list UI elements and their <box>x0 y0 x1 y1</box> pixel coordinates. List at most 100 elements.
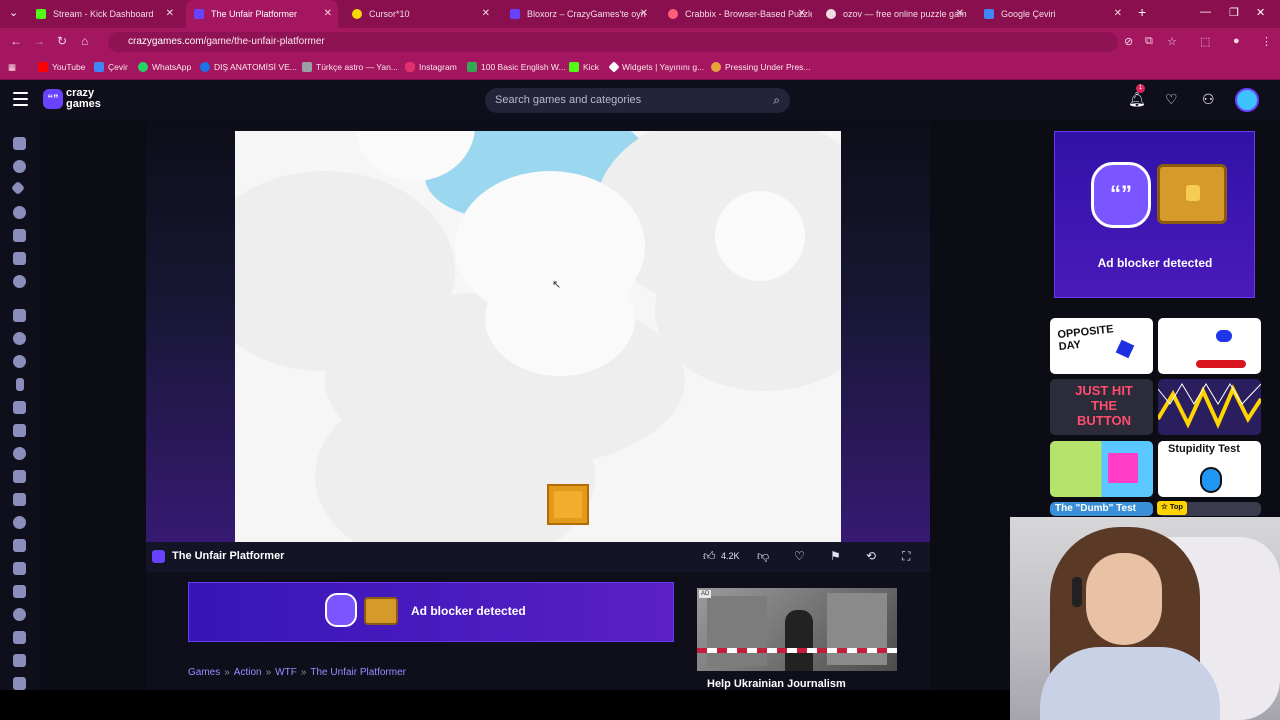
io-icon[interactable] <box>13 631 26 644</box>
bookmark-turkce-astro[interactable]: Türkçe astro — Yan... <box>302 62 398 72</box>
updated-icon[interactable] <box>13 229 26 242</box>
bookmark-youtube[interactable]: YouTube <box>38 62 85 72</box>
bookmark-widgets[interactable]: Widgets | Yayınını g... <box>608 61 704 73</box>
tab-ozov[interactable]: ozov — free online puzzle gam ✕ <box>818 0 970 28</box>
game-thumbnail-elephant[interactable] <box>1158 318 1261 374</box>
close-tab-icon[interactable]: ✕ <box>482 8 490 19</box>
beauty-icon[interactable] <box>16 378 24 391</box>
search-placeholder: Search games and categories <box>495 94 642 106</box>
ad-image[interactable] <box>697 588 897 671</box>
close-tab-icon[interactable]: ✕ <box>324 8 332 19</box>
tab-cursor[interactable]: Cursor*10 ✕ <box>344 0 496 28</box>
favorite-heart-icon[interactable]: ♡ <box>794 549 805 563</box>
bookmarks-bar: ▦ YouTube Çevir WhatsApp DIŞ ANATOMİSİ V… <box>0 56 1280 80</box>
tab-bloxorz[interactable]: Bloxorz – CrazyGames'te oyn ✕ <box>502 0 654 28</box>
bookmark-whatsapp[interactable]: WhatsApp <box>138 62 191 72</box>
controller-icon[interactable] <box>13 493 26 506</box>
tab-search-icon[interactable]: ⌄ <box>9 6 18 19</box>
driving-icon[interactable] <box>13 516 26 529</box>
close-tab-icon[interactable]: ✕ <box>640 8 648 19</box>
escape-icon[interactable] <box>13 539 26 552</box>
basketball-icon[interactable] <box>13 355 26 368</box>
install-app-icon[interactable]: ⧉ <box>1145 35 1153 48</box>
bookmark-instagram[interactable]: Instagram <box>405 62 457 72</box>
bookmark-cevir[interactable]: Çevir <box>94 62 128 72</box>
reload-icon[interactable]: ↻ <box>57 34 67 48</box>
hamburger-menu-icon[interactable] <box>13 92 28 107</box>
close-tab-icon[interactable]: ✕ <box>1114 8 1122 19</box>
game-thumbnail-spikes[interactable] <box>1158 379 1261 435</box>
eye-off-icon[interactable]: ⊘ <box>1124 35 1133 48</box>
new-icon[interactable] <box>10 180 26 196</box>
game-thumbnail-stupidity-test[interactable]: Stupidity Test <box>1158 441 1261 497</box>
breadcrumb-separator: » <box>300 667 307 678</box>
new-tab-button[interactable]: + <box>1138 4 1146 20</box>
thumbs-up-icon[interactable]: 👍︎ <box>703 549 716 564</box>
horror-icon[interactable] <box>13 608 26 621</box>
profile-icon[interactable]: ● <box>1233 35 1240 47</box>
action-icon[interactable] <box>13 309 26 322</box>
close-tab-icon[interactable]: ✕ <box>798 8 806 19</box>
tab-title: The Unfair Platformer <box>211 9 298 19</box>
heart-icon[interactable]: ♡ <box>1165 91 1178 108</box>
friends-icon[interactable]: ⚇ <box>1202 91 1215 108</box>
breadcrumb-action[interactable]: Action <box>234 667 262 678</box>
tab-title: Cursor*10 <box>369 9 410 19</box>
apps-grid-icon[interactable]: ▦ <box>8 62 16 73</box>
game-thumbnail-opposite-day[interactable]: OPPOSITE DAY <box>1050 318 1153 374</box>
minimize-icon[interactable]: — <box>1200 6 1211 18</box>
breadcrumb-current-game[interactable]: The Unfair Platformer <box>310 667 406 678</box>
multiplayer-icon[interactable] <box>13 275 26 288</box>
breadcrumb-games[interactable]: Games <box>188 667 220 678</box>
home-icon[interactable]: ⌂ <box>81 34 88 48</box>
search-input[interactable]: Search games and categories ⌕ <box>485 88 790 113</box>
tab-crabbix[interactable]: Crabbix - Browser-Based Puzzle ✕ <box>660 0 812 28</box>
flash-icon[interactable] <box>13 562 26 575</box>
trending-icon[interactable] <box>13 206 26 219</box>
casual-icon[interactable] <box>13 447 26 460</box>
breadcrumb-wtf[interactable]: WTF <box>275 667 297 678</box>
share-icon[interactable]: ⟲ <box>866 549 876 563</box>
game-canvas[interactable]: ↖ <box>235 131 841 542</box>
home-icon[interactable] <box>13 137 26 150</box>
crazygames-logo-icon[interactable]: “” <box>43 89 63 109</box>
thumbnail-title: OPPOSITE DAY <box>1056 323 1115 354</box>
thumbs-down-icon[interactable]: 👎︎ <box>757 549 769 564</box>
tab-unfair-platformer[interactable]: The Unfair Platformer ✕ <box>186 0 338 28</box>
originals-icon[interactable] <box>13 252 26 265</box>
ad-caption[interactable]: Help Ukrainian Journalism <box>707 678 846 690</box>
search-icon[interactable]: ⌕ <box>773 93 780 108</box>
address-bar[interactable]: crazygames.com/game/the-unfair-platforme… <box>108 32 1118 52</box>
game-thumbnail-dumb-test[interactable]: The "Dumb" Test <box>1050 502 1153 516</box>
bookmark-dis-anatomisi[interactable]: DIŞ ANATOMİSİ VE... <box>200 62 297 72</box>
forward-arrow-icon[interactable]: → <box>33 34 45 48</box>
restore-icon[interactable]: ❐ <box>1229 6 1239 19</box>
bookmark-pressing-under-pressure[interactable]: Pressing Under Pres... <box>711 62 811 72</box>
bookmark-basic-english[interactable]: 100 Basic English W... <box>467 62 566 72</box>
bookmark-kick[interactable]: Kick <box>569 62 599 72</box>
close-window-icon[interactable]: ✕ <box>1256 6 1265 19</box>
mahjong-icon[interactable] <box>13 654 26 667</box>
bell-icon[interactable]: 🔔︎ <box>1128 91 1146 108</box>
avatar[interactable] <box>1235 88 1259 112</box>
car-icon[interactable] <box>13 401 26 414</box>
fps-icon[interactable] <box>13 585 26 598</box>
extensions-icon[interactable]: ⬚ <box>1200 35 1210 48</box>
report-flag-icon[interactable]: ⚑ <box>830 549 841 563</box>
fullscreen-icon[interactable]: ⛶ <box>902 549 910 564</box>
close-tab-icon[interactable]: ✕ <box>956 8 964 19</box>
crazygames-logo[interactable]: crazy games <box>66 88 101 110</box>
game-thumbnail-just-hit-the-button[interactable]: JUST HIT THE BUTTON <box>1050 379 1153 435</box>
tab-google-translate[interactable]: Google Çeviri ✕ <box>976 0 1128 28</box>
clicker-icon[interactable] <box>13 470 26 483</box>
close-tab-icon[interactable]: ✕ <box>166 8 174 19</box>
game-thumbnail-colors[interactable] <box>1050 441 1153 497</box>
minecraft-icon[interactable] <box>13 677 26 690</box>
bookmark-star-icon[interactable]: ☆ <box>1167 35 1177 48</box>
more-menu-icon[interactable]: ⋮ <box>1261 35 1272 48</box>
adventure-icon[interactable] <box>13 332 26 345</box>
back-arrow-icon[interactable]: ← <box>10 34 22 48</box>
recent-icon[interactable] <box>13 160 26 173</box>
card-icon[interactable] <box>13 424 26 437</box>
tab-kick-dashboard[interactable]: Stream - Kick Dashboard ✕ <box>28 0 180 28</box>
